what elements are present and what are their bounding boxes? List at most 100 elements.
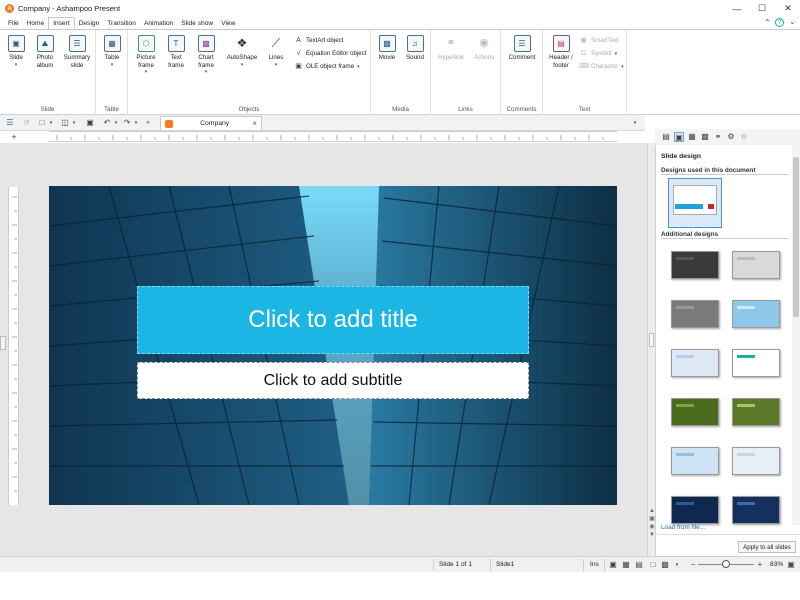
picture-frame-button[interactable]: ⬡ Picture frame ▾ xyxy=(131,33,161,77)
slide-sorter-icon[interactable]: ▦ xyxy=(621,560,631,570)
apply-to-all-slides-button[interactable]: Apply to all slides xyxy=(738,541,796,553)
design-thumbnail[interactable] xyxy=(732,349,780,377)
design-thumbnail[interactable] xyxy=(732,496,780,524)
subtitle-placeholder[interactable]: Click to add subtitle xyxy=(137,362,529,399)
undo-dropdown-icon[interactable]: ▾ xyxy=(111,118,121,128)
tab-animation[interactable]: Animation xyxy=(140,18,177,29)
tab-design[interactable]: Design xyxy=(75,18,104,29)
table-button[interactable]: ▦ Table ▾ xyxy=(99,33,125,69)
summary-slide-button[interactable]: ☰ Summary slide xyxy=(61,33,93,69)
fit-to-window-icon[interactable]: ▣ xyxy=(786,560,796,570)
pane-scrollbar-thumb[interactable] xyxy=(793,157,799,317)
design-thumbnail[interactable] xyxy=(671,251,719,279)
color-scheme-icon[interactable]: ▦ xyxy=(687,132,697,142)
photo-album-button[interactable]: ⛰ Photo album xyxy=(31,33,59,69)
load-from-file-link[interactable]: Load from file... xyxy=(661,524,705,531)
hyperlink-icon: ⚭ xyxy=(446,36,456,49)
more-tools-icon[interactable]: » xyxy=(143,118,153,128)
splitter-handle[interactable] xyxy=(649,333,654,347)
text-frame-label: Text frame xyxy=(168,54,184,69)
tabs-dropdown-icon[interactable]: ▾ xyxy=(630,118,640,128)
autoshape-label: AutoShape xyxy=(226,54,258,61)
current-design-thumbnail[interactable] xyxy=(668,178,722,228)
design-thumbnail[interactable] xyxy=(671,349,719,377)
app-logo-icon: A xyxy=(5,4,14,13)
character-button[interactable]: ⌨ Character ▾ xyxy=(579,61,624,72)
comment-button[interactable]: ☰ Comment xyxy=(504,33,540,62)
design-thumbnail[interactable] xyxy=(671,300,719,328)
design-thumbnail[interactable] xyxy=(671,496,719,524)
tab-view[interactable]: View xyxy=(217,18,239,29)
tab-insert[interactable]: Insert xyxy=(48,17,75,29)
close-button[interactable]: ✕ xyxy=(776,0,800,17)
design-thumbnail[interactable] xyxy=(671,447,719,475)
pointer-icon[interactable]: ☞ xyxy=(22,118,32,128)
menu-icon[interactable]: ☰ xyxy=(5,118,15,128)
chart-frame-label: Chart frame xyxy=(198,54,214,69)
collapse-ribbon-icon[interactable]: ⌃ xyxy=(764,18,771,27)
background-icon[interactable]: ▩ xyxy=(700,132,710,142)
text-frame-button[interactable]: T Text frame xyxy=(163,33,189,69)
favorites-icon[interactable]: ☆ xyxy=(739,132,749,142)
textart-object-button[interactable]: A TextArt object xyxy=(294,35,343,46)
sound-button[interactable]: ♫ Sound xyxy=(402,33,428,62)
zoom-slider-knob[interactable] xyxy=(722,560,730,568)
maximize-button[interactable]: ☐ xyxy=(750,0,774,17)
zoom-out-icon[interactable]: − xyxy=(688,560,698,570)
design-thumbnail-accent xyxy=(737,502,755,505)
movie-button[interactable]: ▩ Movie xyxy=(374,33,400,62)
tab-transition[interactable]: Transition xyxy=(103,18,140,29)
tab-home[interactable]: Home xyxy=(23,18,49,29)
ruler-origin-icon[interactable]: + xyxy=(8,132,20,142)
normal-view-icon[interactable]: ▣ xyxy=(608,560,618,570)
pane-scrollbar[interactable] xyxy=(792,145,800,525)
design-thumbnail[interactable] xyxy=(671,398,719,426)
lines-button[interactable]: ⟋ Lines ▾ xyxy=(262,33,290,69)
new-dropdown-icon[interactable]: ▾ xyxy=(46,118,56,128)
design-thumbnail-accent xyxy=(676,453,694,456)
header-footer-button[interactable]: ▤ Header / footer xyxy=(545,33,577,69)
vertical-ruler[interactable] xyxy=(8,187,19,505)
slide-button[interactable]: ▣ Slide ▾ xyxy=(3,33,29,69)
handout-view-icon[interactable]: ▩ xyxy=(660,560,670,570)
redo-dropdown-icon[interactable]: ▾ xyxy=(131,118,141,128)
save-icon[interactable]: ▣ xyxy=(85,118,95,128)
group-label-table: Table xyxy=(104,106,119,113)
ole-object-frame-button[interactable]: ▣ OLE object frame ▾ xyxy=(294,61,359,72)
transition-pane-icon[interactable]: ⚙ xyxy=(726,132,736,142)
symbol-button[interactable]: Ω Symbol ▾ xyxy=(579,48,617,59)
open-dropdown-icon[interactable]: ▾ xyxy=(69,118,79,128)
pane-layout-icon[interactable]: ▤ xyxy=(661,132,671,142)
outline-view-icon[interactable]: ▤ xyxy=(634,560,644,570)
notes-view-icon[interactable]: □ xyxy=(648,560,658,570)
animation-pane-icon[interactable]: ⚭ xyxy=(713,132,723,142)
hyperlink-button[interactable]: ⚭ Hyperlink xyxy=(434,33,468,62)
zoom-in-icon[interactable]: + xyxy=(755,560,765,570)
group-label-comments: Comments xyxy=(506,106,537,113)
document-tab[interactable]: Company × xyxy=(160,116,262,130)
smarttext-button[interactable]: ▣ SmartText xyxy=(579,35,619,46)
view-dropdown-icon[interactable]: ▾ xyxy=(672,560,682,570)
additional-designs-divider xyxy=(661,238,789,239)
actions-button[interactable]: ◉ Actions xyxy=(469,33,499,62)
title-placeholder[interactable]: Click to add title xyxy=(137,286,529,354)
ribbon-menu-icon[interactable]: ⌄ xyxy=(789,17,796,26)
chart-frame-button[interactable]: ▩ Chart frame ▾ xyxy=(191,33,221,77)
left-pane-handle[interactable] xyxy=(0,336,6,350)
design-thumbnail[interactable] xyxy=(732,251,780,279)
tab-slide-show[interactable]: Slide show xyxy=(177,18,217,29)
horizontal-ruler[interactable] xyxy=(49,131,617,142)
ole-label: OLE object frame xyxy=(306,63,355,70)
tab-file[interactable]: File xyxy=(4,18,23,29)
design-thumbnail[interactable] xyxy=(732,300,780,328)
status-separator xyxy=(604,559,605,571)
design-thumbnail[interactable] xyxy=(732,447,780,475)
close-tab-icon[interactable]: × xyxy=(252,119,257,128)
autoshape-button[interactable]: ❖ AutoShape ▾ xyxy=(224,33,260,69)
help-icon[interactable]: ? xyxy=(775,18,784,27)
minimize-button[interactable]: — xyxy=(725,0,749,17)
slide-design-icon[interactable]: ▣ xyxy=(674,132,684,142)
pane-splitter[interactable]: ▲ ▣ ◉ ▼ xyxy=(647,143,655,556)
design-thumbnail[interactable] xyxy=(732,398,780,426)
equation-editor-button[interactable]: √ Equation Editor object xyxy=(294,48,367,59)
